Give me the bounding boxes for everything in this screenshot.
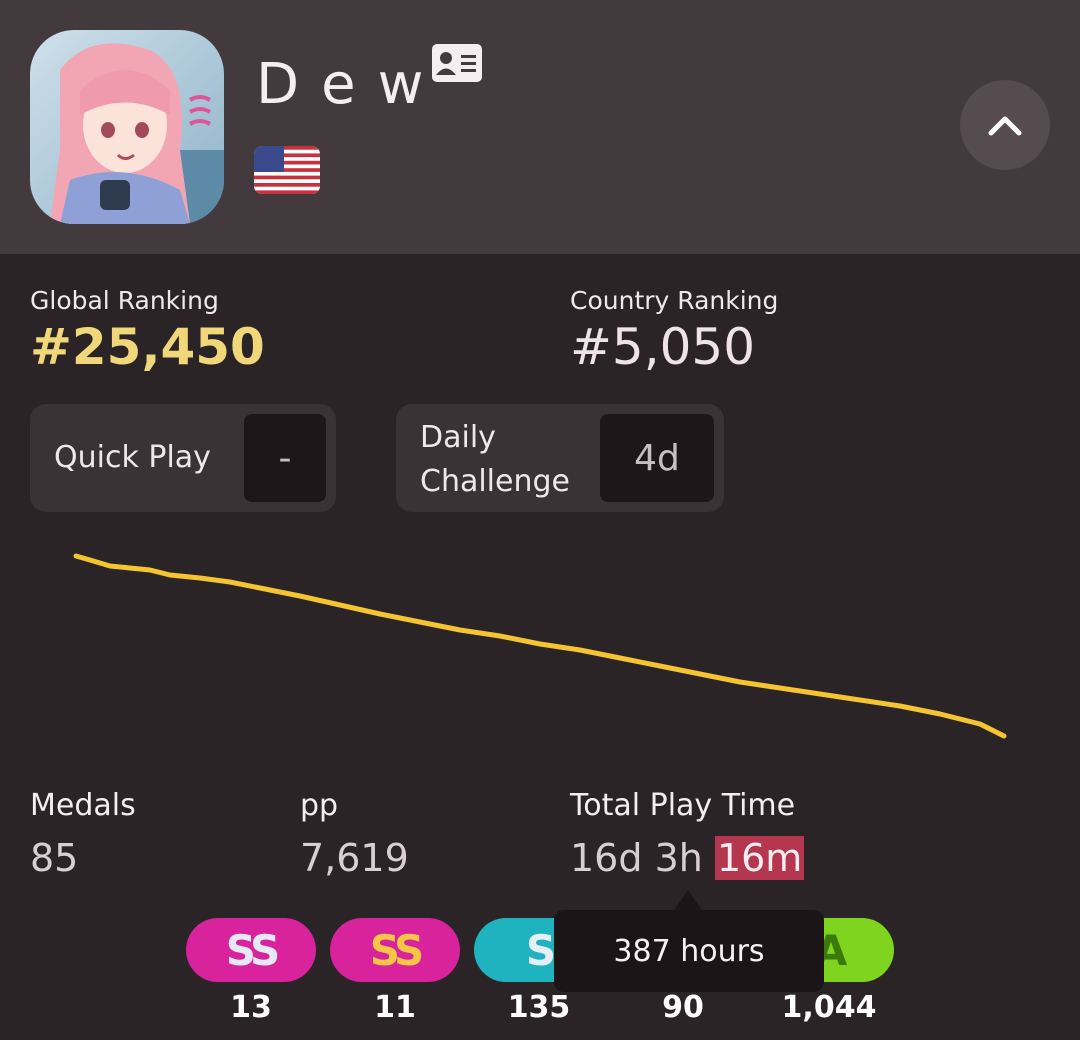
quick-play-pill: Quick Play -	[30, 404, 336, 512]
daily-challenge-label-line2: Challenge	[420, 464, 570, 499]
medals-label: Medals	[30, 788, 136, 823]
play-time-hours: 3h	[654, 836, 703, 880]
profile-header: Dew	[0, 0, 1080, 254]
grade-ssh-count: 13	[230, 990, 272, 1025]
grade-ss-badge: SS	[330, 918, 460, 982]
country-ranking-label: Country Ranking	[570, 286, 779, 315]
pp-value: 7,619	[300, 836, 409, 880]
chevron-up-icon	[988, 116, 1022, 136]
medals-value: 85	[30, 836, 79, 880]
daily-challenge-value: 4d	[600, 414, 714, 502]
rank-history-line	[73, 553, 1007, 739]
grade-ss-count: 11	[374, 990, 416, 1025]
tooltip-arrow	[674, 890, 702, 910]
grade-sh-count: 135	[507, 990, 571, 1025]
rank-history-graph[interactable]	[60, 530, 1020, 760]
play-time-tooltip: 387 hours	[554, 910, 824, 992]
quick-play-value: -	[244, 414, 326, 502]
avatar[interactable]	[30, 30, 224, 224]
pp-label: pp	[300, 788, 339, 823]
profile-card-icon[interactable]	[432, 44, 482, 82]
total-play-time-value[interactable]: 16d 3h 16m	[570, 836, 805, 880]
global-ranking-value: #25,450	[30, 318, 265, 376]
play-time-minutes: 16m	[714, 836, 805, 880]
username: Dew	[256, 52, 446, 117]
avatar-image	[30, 30, 224, 224]
grade-s-count: 90	[662, 990, 704, 1025]
country-ranking-value: #5,050	[570, 318, 756, 376]
daily-challenge-pill: Daily Challenge 4d	[396, 404, 724, 512]
collapse-button[interactable]	[960, 80, 1050, 170]
grade-ssh-badge: SS	[186, 918, 316, 982]
global-ranking-label: Global Ranking	[30, 286, 219, 315]
us-flag-icon[interactable]	[254, 146, 320, 194]
daily-challenge-label-line1: Daily	[420, 420, 496, 455]
grade-a-count: 1,044	[781, 990, 877, 1025]
play-time-days: 16d	[570, 836, 643, 880]
total-play-time-label: Total Play Time	[570, 788, 796, 823]
quick-play-label: Quick Play	[54, 440, 211, 475]
